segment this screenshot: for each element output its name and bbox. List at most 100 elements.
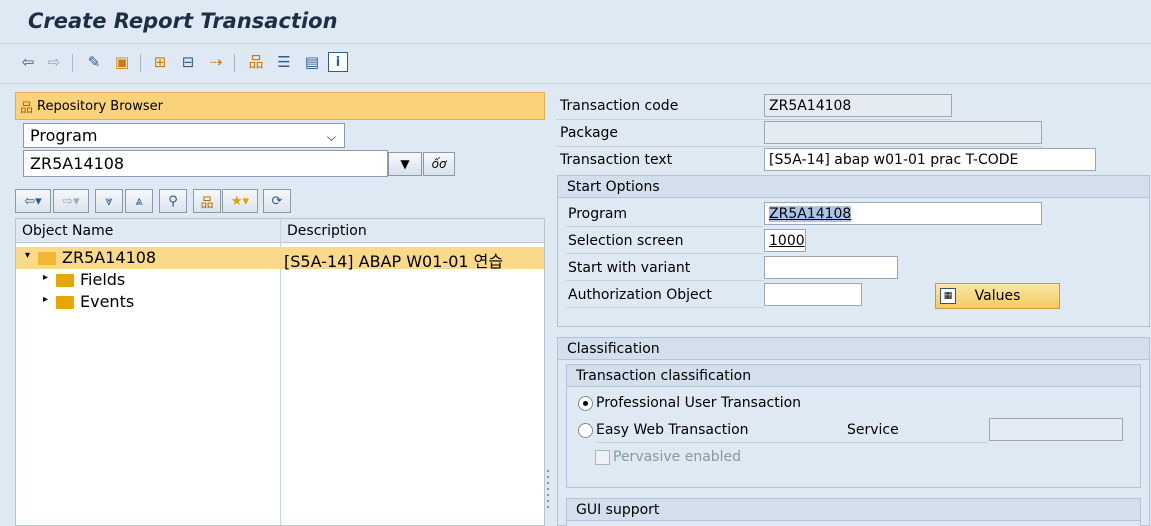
classification-title: Classification (558, 338, 1149, 360)
divider (566, 280, 764, 281)
toolbar-separator (234, 54, 235, 72)
divider (566, 307, 764, 308)
program-input[interactable]: ZR5A14108 (764, 202, 1042, 225)
page-title: Create Report Transaction (28, 9, 338, 33)
authorization-object-label: Authorization Object (568, 287, 712, 303)
collapse-all-button[interactable]: ⩓ (125, 189, 153, 213)
hierarchy-icon: 品 (200, 195, 214, 211)
glasses-icon: ốơ (431, 157, 447, 171)
triangle-down-icon: ▼ (400, 157, 410, 171)
expanded-arrow-icon[interactable]: ▾ (25, 250, 30, 261)
info-icon[interactable]: i (328, 52, 348, 72)
structure-icon[interactable]: 品 (246, 52, 266, 72)
activate-icon[interactable]: ▣ (112, 52, 132, 72)
authorization-object-input[interactable] (764, 283, 862, 306)
object-name-input[interactable]: ZR5A14108 (23, 150, 388, 177)
values-button-label: Values (974, 288, 1021, 304)
object-tree: Object Name Description ▾ ZR5A14108 [S5A… (15, 218, 545, 526)
refresh-icon: ⟳ (271, 193, 283, 209)
transaction-classification-title: Transaction classification (567, 365, 1140, 387)
browser-back-button[interactable]: ⇦▾ (15, 189, 51, 213)
transaction-text-input[interactable]: [S5A-14] abap w01-01 prac T-CODE (764, 148, 1096, 171)
column-header-description[interactable]: Description (287, 223, 367, 239)
back-arrow-icon: ⇦▾ (24, 193, 42, 209)
chevron-down-icon: ⌵ (326, 130, 336, 144)
display-object-button[interactable]: ốơ (423, 152, 455, 176)
service-field (989, 418, 1123, 441)
service-label: Service (847, 422, 899, 438)
divider (596, 442, 988, 443)
back-arrow-icon[interactable]: ⇦ (18, 52, 38, 72)
transaction-code-field: ZR5A14108 (764, 94, 952, 117)
object-type-value: Program (30, 126, 98, 145)
favorites-button[interactable]: ★▾ (222, 189, 258, 213)
column-header-object-name[interactable]: Object Name (22, 223, 113, 239)
binoculars-icon: ⚲ (168, 193, 178, 209)
start-variant-input[interactable] (764, 256, 898, 279)
gui-support-title: GUI support (567, 499, 1140, 521)
other-object-icon[interactable]: ☰ (274, 52, 294, 72)
divider (566, 226, 764, 227)
browser-navigation-toolbar: ⇦▾ ⇨▾ ⩔ ⩓ ⚲ 品 ★▾ ⟳ (15, 189, 545, 217)
where-used-icon[interactable]: ⊞ (150, 52, 170, 72)
collapsed-arrow-icon[interactable]: ▸ (43, 272, 48, 283)
object-name-dropdown-button[interactable]: ▼ (388, 152, 422, 176)
package-field (764, 121, 1042, 144)
professional-user-radio[interactable] (578, 396, 593, 411)
tree-node-label: Fields (80, 270, 126, 289)
display-change-icon[interactable]: ✎ (84, 52, 104, 72)
folder-open-icon (38, 252, 56, 265)
start-variant-label: Start with variant (568, 260, 691, 276)
easy-web-label: Easy Web Transaction (596, 422, 749, 438)
professional-user-label: Professional User Transaction (596, 395, 802, 411)
values-button[interactable]: ▦ Values (935, 283, 1060, 309)
pervasive-enabled-checkbox[interactable] (595, 450, 610, 465)
hierarchy-button[interactable]: 品 (193, 189, 221, 213)
pervasive-enabled-label: Pervasive enabled (613, 449, 742, 465)
start-options-title: Start Options (558, 176, 1149, 198)
tree-node-label: ZR5A14108 (62, 248, 157, 267)
navigate-icon[interactable]: ⇢ (206, 52, 226, 72)
expand-icon: ⩔ (105, 193, 113, 209)
transaction-code-label: Transaction code (560, 98, 679, 114)
layout-icon[interactable]: ▤ (302, 52, 322, 72)
table-icon: ▦ (940, 288, 956, 304)
repository-browser-header[interactable]: 品 Repository Browser (15, 92, 545, 120)
collapse-icon: ⩓ (135, 193, 143, 209)
program-value: ZR5A14108 (769, 205, 852, 222)
object-type-select[interactable]: Program ⌵ (23, 123, 345, 148)
forward-arrow-icon[interactable]: ⇨ (44, 52, 64, 72)
expand-all-button[interactable]: ⩔ (95, 189, 123, 213)
easy-web-radio[interactable] (578, 423, 593, 438)
refresh-button[interactable]: ⟳ (263, 189, 291, 213)
transaction-text-label: Transaction text (560, 152, 673, 168)
tree-node-label: Events (80, 292, 135, 311)
hierarchy-icon[interactable]: ⊟ (178, 52, 198, 72)
repository-browser-pane: 品 Repository Browser Program ⌵ ZR5A14108… (15, 92, 545, 526)
tree-row-fields[interactable]: ▸ Fields (16, 269, 544, 291)
folder-icon (56, 296, 74, 309)
application-toolbar: ⇦ ⇨ ✎ ▣ ⊞ ⊟ ⇢ 品 ☰ ▤ i (0, 44, 1151, 84)
hierarchy-icon: 品 (20, 100, 34, 116)
selection-screen-input[interactable]: 1000 (764, 229, 806, 252)
divider (566, 253, 764, 254)
selection-screen-label: Selection screen (568, 233, 684, 249)
divider (556, 146, 1042, 147)
tree-row-events[interactable]: ▸ Events (16, 291, 544, 313)
divider (556, 119, 951, 120)
title-bar: Create Report Transaction (0, 0, 1151, 44)
folder-icon (56, 274, 74, 287)
pane-splitter-handle[interactable] (546, 470, 550, 510)
sap-window: Create Report Transaction ⇦ ⇨ ✎ ▣ ⊞ ⊟ ⇢ … (0, 0, 1151, 526)
toolbar-separator (72, 54, 73, 72)
gui-support-group: GUI support (566, 498, 1141, 526)
forward-arrow-icon: ⇨▾ (62, 193, 80, 209)
browser-forward-button[interactable]: ⇨▾ (53, 189, 89, 213)
collapsed-arrow-icon[interactable]: ▸ (43, 294, 48, 305)
tree-row-program[interactable]: ▾ ZR5A14108 [S5A-14] ABAP W01-01 연습 (16, 247, 544, 271)
find-button[interactable]: ⚲ (159, 189, 187, 213)
program-label: Program (568, 206, 628, 222)
selection-screen-value: 1000 (769, 232, 805, 249)
star-icon: ★▾ (230, 193, 250, 209)
repository-browser-label: Repository Browser (37, 98, 163, 114)
